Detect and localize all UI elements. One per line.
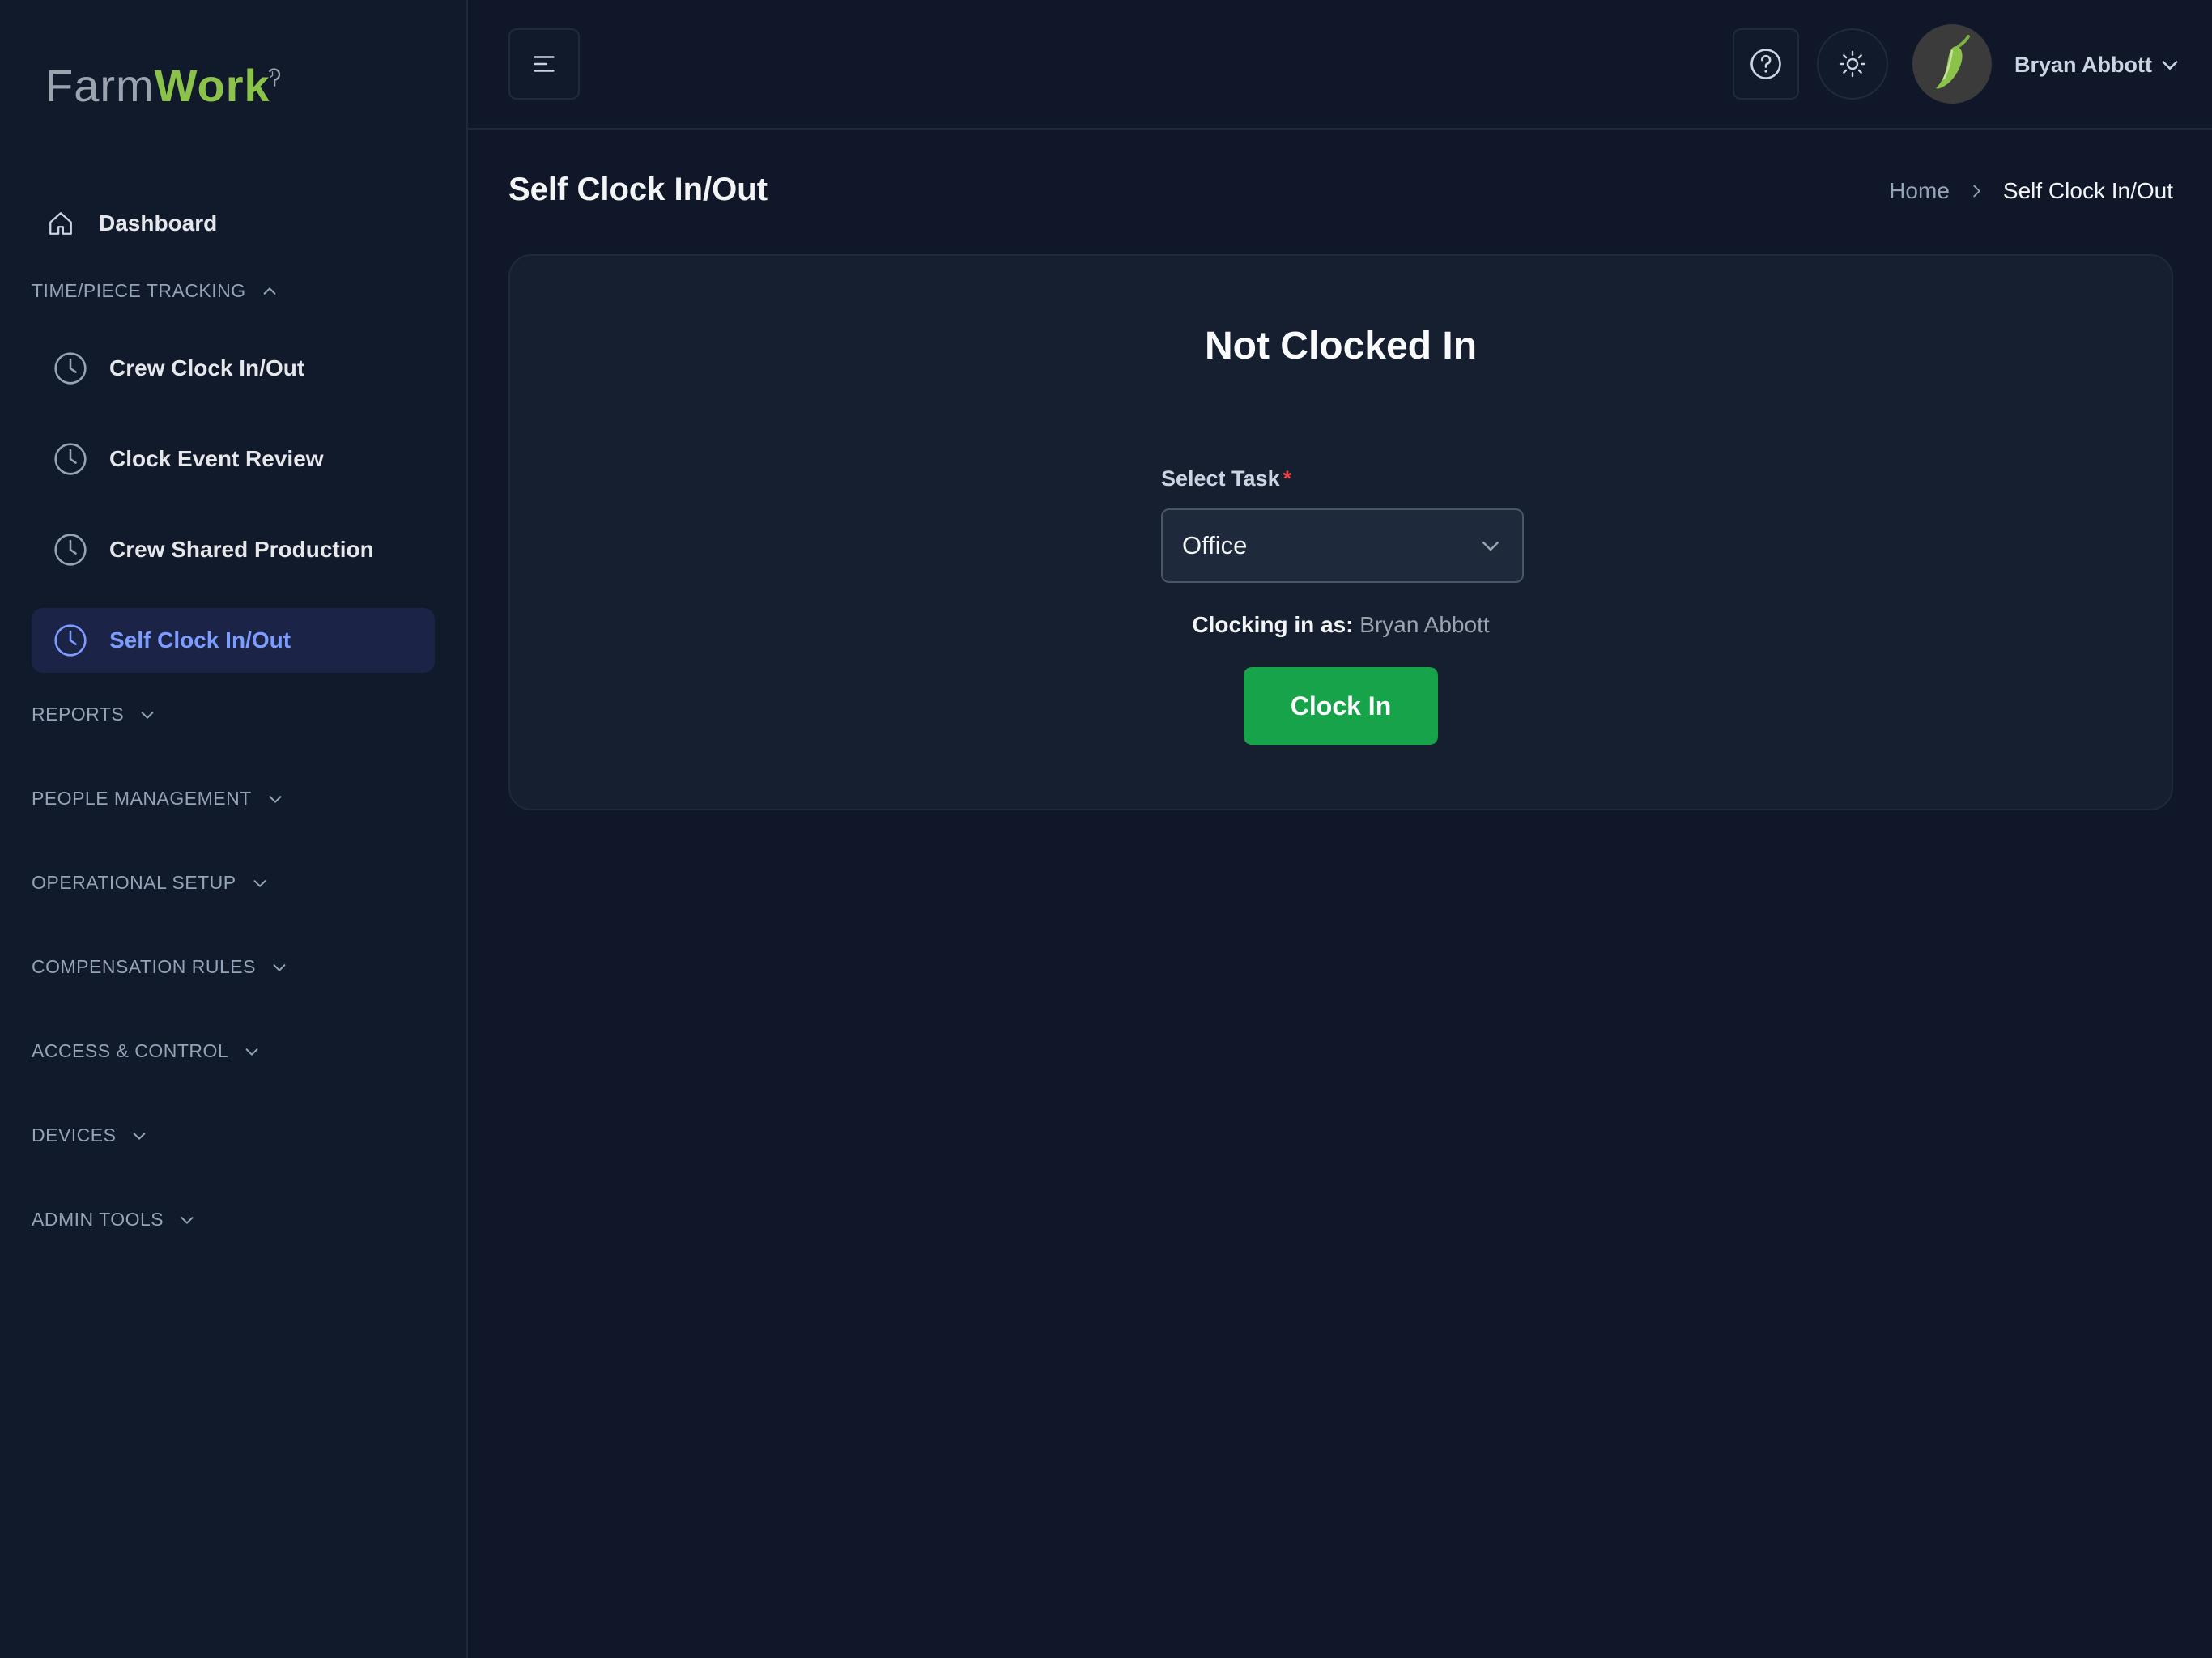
section-label: REPORTS bbox=[32, 704, 125, 725]
section-compensation-rules[interactable]: COMPENSATION RULES bbox=[32, 956, 288, 978]
section-access-control[interactable]: ACCESS & CONTROL bbox=[32, 1040, 261, 1062]
required-mark: * bbox=[1283, 466, 1292, 491]
menu-icon bbox=[534, 56, 555, 72]
sidebar-item-clock-event-review[interactable]: Clock Event Review bbox=[32, 427, 435, 491]
sidebar: Farm Work Dashboard TIME/PIECE TRACKING C… bbox=[0, 0, 468, 1658]
logo-mark-icon bbox=[268, 68, 280, 87]
chevron-down-icon bbox=[134, 1132, 146, 1140]
home-icon bbox=[49, 212, 72, 235]
chevron-up-icon bbox=[263, 287, 276, 295]
section-devices[interactable]: DEVICES bbox=[32, 1124, 148, 1146]
clocking-as: Clocking in as: Bryan Abbott bbox=[510, 612, 2172, 638]
chevron-down-icon bbox=[2162, 61, 2178, 70]
section-label: ADMIN TOOLS bbox=[32, 1209, 164, 1230]
task-select-value: Office bbox=[1182, 531, 1248, 559]
clocking-as-name: Bryan Abbott bbox=[1359, 612, 1490, 637]
sun-icon bbox=[1839, 50, 1866, 78]
help-button[interactable] bbox=[1733, 28, 1799, 100]
user-name: Bryan Abbott bbox=[2014, 52, 2152, 77]
section-label: ACCESS & CONTROL bbox=[32, 1040, 229, 1061]
sidebar-item-dashboard[interactable]: Dashboard bbox=[47, 199, 419, 248]
app-root: Farm Work Dashboard TIME/PIECE TRACKING C… bbox=[0, 0, 2212, 1658]
top-bar: Bryan Abbott bbox=[468, 0, 2212, 130]
clock-status: Not Clocked In bbox=[1204, 325, 1478, 368]
theme-toggle-button[interactable] bbox=[1817, 28, 1888, 100]
clock-in-button[interactable]: Clock In bbox=[1244, 667, 1438, 745]
sidebar-item-crew-clock[interactable]: Crew Clock In/Out bbox=[32, 336, 435, 401]
section-label: TIME/PIECE TRACKING bbox=[32, 280, 246, 301]
chevron-down-icon bbox=[273, 963, 286, 971]
sidebar-item-crew-shared-production[interactable]: Crew Shared Production bbox=[32, 517, 435, 582]
logo[interactable]: Farm Work bbox=[45, 49, 280, 121]
clocking-as-label: Clocking in as: bbox=[1192, 612, 1354, 637]
chevron-down-icon bbox=[141, 711, 154, 719]
page-title: Self Clock In/Out bbox=[508, 172, 768, 207]
sidebar-item-label: Clock Event Review bbox=[109, 446, 324, 471]
logo-farm-text: Farm bbox=[45, 59, 155, 111]
user-menu[interactable]: Bryan Abbott bbox=[2014, 47, 2181, 83]
section-operational-setup[interactable]: OPERATIONAL SETUP bbox=[32, 872, 269, 894]
chevron-right-icon bbox=[1973, 185, 1980, 198]
sidebar-item-self-clock[interactable]: Self Clock In/Out bbox=[32, 608, 435, 673]
chevron-down-icon bbox=[269, 795, 282, 803]
task-label: Select Task * bbox=[1161, 466, 1291, 491]
menu-toggle-button[interactable] bbox=[508, 28, 580, 100]
breadcrumb-current: Self Clock In/Out bbox=[2002, 178, 2173, 203]
clock-icon bbox=[54, 534, 87, 566]
clock-card: Not Clocked In Select Task * Office Clock… bbox=[508, 254, 2173, 810]
chevron-down-icon bbox=[253, 879, 266, 887]
task-select[interactable]: Office bbox=[1161, 508, 1524, 583]
clock-icon bbox=[54, 443, 87, 475]
logo-work-text: Work bbox=[154, 59, 270, 111]
section-label: DEVICES bbox=[32, 1124, 117, 1146]
section-label: COMPENSATION RULES bbox=[32, 956, 256, 977]
section-time-piece-tracking[interactable]: TIME/PIECE TRACKING bbox=[32, 280, 279, 302]
chevron-down-icon bbox=[181, 1216, 194, 1224]
pepper-icon bbox=[1936, 35, 1970, 89]
section-label: PEOPLE MANAGEMENT bbox=[32, 788, 252, 809]
section-people-management[interactable]: PEOPLE MANAGEMENT bbox=[32, 788, 284, 810]
section-label: OPERATIONAL SETUP bbox=[32, 872, 236, 893]
avatar[interactable] bbox=[1912, 24, 1992, 104]
sidebar-item-label: Self Clock In/Out bbox=[109, 627, 291, 653]
chevron-down-icon bbox=[245, 1048, 258, 1056]
breadcrumb: Home Self Clock In/Out bbox=[1889, 178, 2173, 204]
task-label-text: Select Task bbox=[1161, 466, 1280, 491]
sidebar-item-dashboard-label: Dashboard bbox=[99, 210, 218, 236]
breadcrumb-home-link[interactable]: Home bbox=[1889, 178, 1950, 204]
clock-icon bbox=[54, 624, 87, 657]
chevron-down-icon bbox=[1482, 542, 1499, 551]
clock-icon bbox=[54, 352, 87, 385]
sidebar-item-label: Crew Shared Production bbox=[109, 537, 374, 562]
help-icon bbox=[1750, 49, 1781, 79]
sidebar-item-label: Crew Clock In/Out bbox=[109, 355, 305, 380]
section-reports[interactable]: REPORTS bbox=[32, 704, 156, 725]
section-admin-tools[interactable]: ADMIN TOOLS bbox=[32, 1209, 196, 1231]
